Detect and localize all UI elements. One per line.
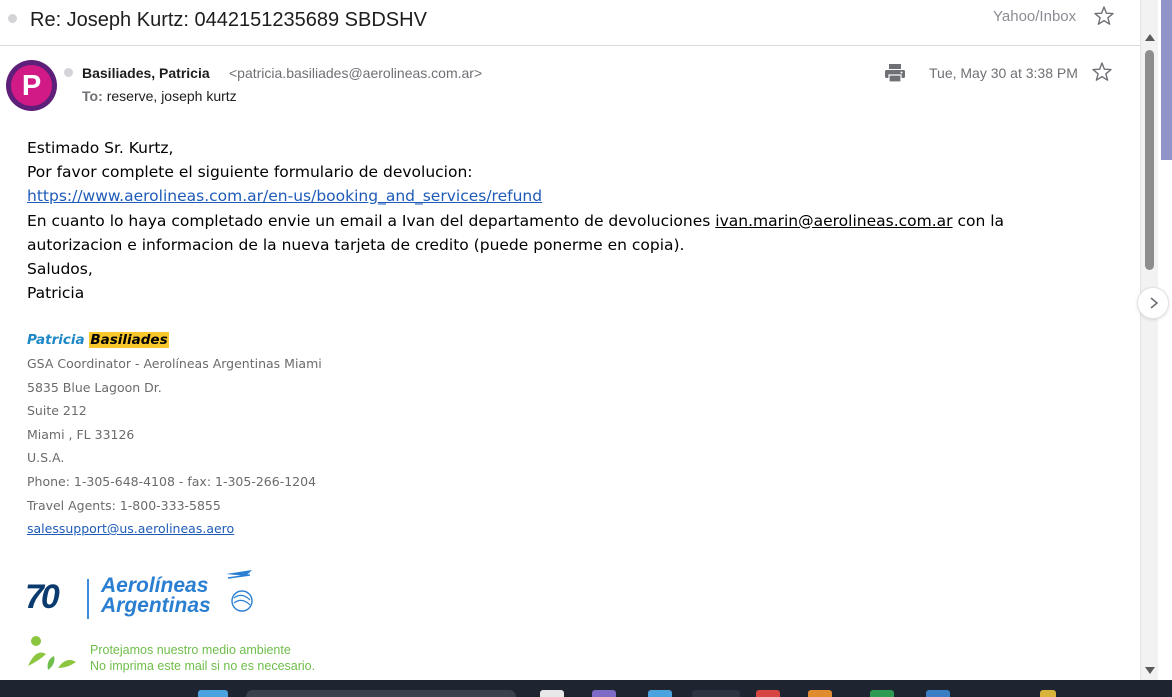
eco-leaf-icon (28, 636, 76, 670)
start-icon[interactable] (198, 690, 228, 697)
taskbar-search[interactable] (246, 690, 516, 697)
body-line: Por favor complete el siguiente formular… (27, 163, 473, 182)
signature-agents: Travel Agents: 1-800-333-5855 (27, 497, 221, 513)
taskbar-app-icon[interactable] (540, 690, 564, 697)
logo-divider (87, 579, 89, 619)
signature-city: Miami , FL 33126 (27, 426, 135, 442)
taskbar-app-icon[interactable] (592, 690, 616, 697)
taskbar-app-icon[interactable] (808, 690, 832, 697)
signature-name: Patricia Basiliades (27, 330, 322, 352)
taskbar-app-icon[interactable] (756, 690, 780, 697)
logo-line-2: Argentinas (101, 594, 211, 617)
signature-title: GSA Coordinator - Aerolíneas Argentinas … (27, 356, 322, 371)
ivan-email-link[interactable]: ivan.marin@aerolineas.com.ar (715, 212, 952, 230)
logo-line-1: Aerolíneas (101, 574, 209, 597)
side-panel-accent (1161, 0, 1172, 160)
signature-email-link[interactable]: salessupport@us.aerolineas.aero (27, 517, 234, 541)
taskbar-app-icon[interactable] (926, 690, 950, 697)
recipients[interactable]: reserve, joseph kurtz (107, 88, 237, 104)
avatar-letter: P (21, 70, 42, 102)
taskbar-app-icon[interactable] (648, 690, 672, 697)
taskbar-app-icon[interactable] (1040, 690, 1056, 697)
body-closing: Saludos, (27, 260, 93, 279)
taskbar-app-icon[interactable] (692, 690, 740, 697)
star-icon[interactable] (1094, 5, 1114, 27)
recipients-line: To: reserve, joseph kurtz (82, 88, 237, 104)
body-text: con la (952, 211, 1005, 230)
signature-address: 5835 Blue Lagoon Dr. (27, 379, 162, 395)
airline-emblem-icon (226, 570, 253, 612)
signature-phone: Phone: 1-305-648-4108 - fax: 1-305-266-1… (27, 473, 317, 489)
body-signoff: Patricia (27, 284, 85, 303)
to-label: To: (82, 88, 103, 104)
unread-dot[interactable] (8, 14, 17, 23)
taskbar-app-icon[interactable] (870, 690, 894, 697)
side-panel-edge (1158, 0, 1172, 680)
vertical-scrollbar[interactable] (1140, 0, 1158, 680)
next-message-button[interactable] (1137, 287, 1169, 319)
scroll-up-arrow-icon[interactable] (1145, 34, 1155, 41)
anniversary-logo: 70 (25, 578, 60, 616)
sender-name[interactable]: Basiliades, Patricia (82, 65, 210, 81)
body-greeting: Estimado Sr. Kurtz, (27, 139, 174, 157)
refund-link[interactable]: https://www.aerolineas.com.ar/en-us/book… (27, 187, 542, 205)
signature-country: U.S.A. (27, 450, 65, 466)
signature-first-name: Patricia (27, 332, 85, 348)
message-date: Tue, May 30 at 3:38 PM (929, 65, 1078, 81)
read-status-dot[interactable] (64, 68, 73, 77)
signature-suite: Suite 212 (27, 403, 87, 419)
message-subject: Re: Joseph Kurtz: 0442151235689 SBDSHV (30, 9, 427, 31)
eco-message: Protejamos nuestro medio ambiente No imp… (90, 642, 315, 674)
body-text: En cuanto lo haya completado envie un em… (27, 211, 716, 230)
folder-label[interactable]: Yahoo/Inbox (993, 8, 1076, 25)
scroll-down-arrow-icon[interactable] (1145, 667, 1155, 674)
avatar[interactable]: P (6, 60, 57, 111)
avatar-circle: P (11, 65, 52, 106)
os-taskbar (0, 680, 1172, 697)
signature-last-name: Basiliades (89, 332, 169, 348)
scrollbar-thumb[interactable] (1145, 50, 1154, 270)
airline-logo-text: Aerolíneas Argentinas (101, 574, 211, 617)
print-icon[interactable] (884, 63, 906, 83)
message-header: P Basiliades, Patricia <patricia.basilia… (0, 48, 1140, 118)
subject-bar: Re: Joseph Kurtz: 0442151235689 SBDSHV Y… (0, 0, 1140, 46)
eco-line-2: No imprima este mail si no es necesario. (90, 659, 316, 673)
star-icon[interactable] (1092, 61, 1112, 83)
message-body: Estimado Sr. Kurtz, Por favor complete e… (27, 136, 1117, 305)
chevron-right-icon (1150, 297, 1159, 309)
body-line: En cuanto lo haya completado envie un em… (27, 209, 1117, 233)
sender-email[interactable]: <patricia.basiliades@aerolineas.com.ar> (229, 65, 482, 81)
signature-block: Patricia Basiliades GSA Coordinator - Ae… (27, 330, 322, 541)
eco-line-1: Protejamos nuestro medio ambiente (90, 643, 291, 657)
body-line: autorizacion e informacion de la nueva t… (27, 235, 685, 254)
